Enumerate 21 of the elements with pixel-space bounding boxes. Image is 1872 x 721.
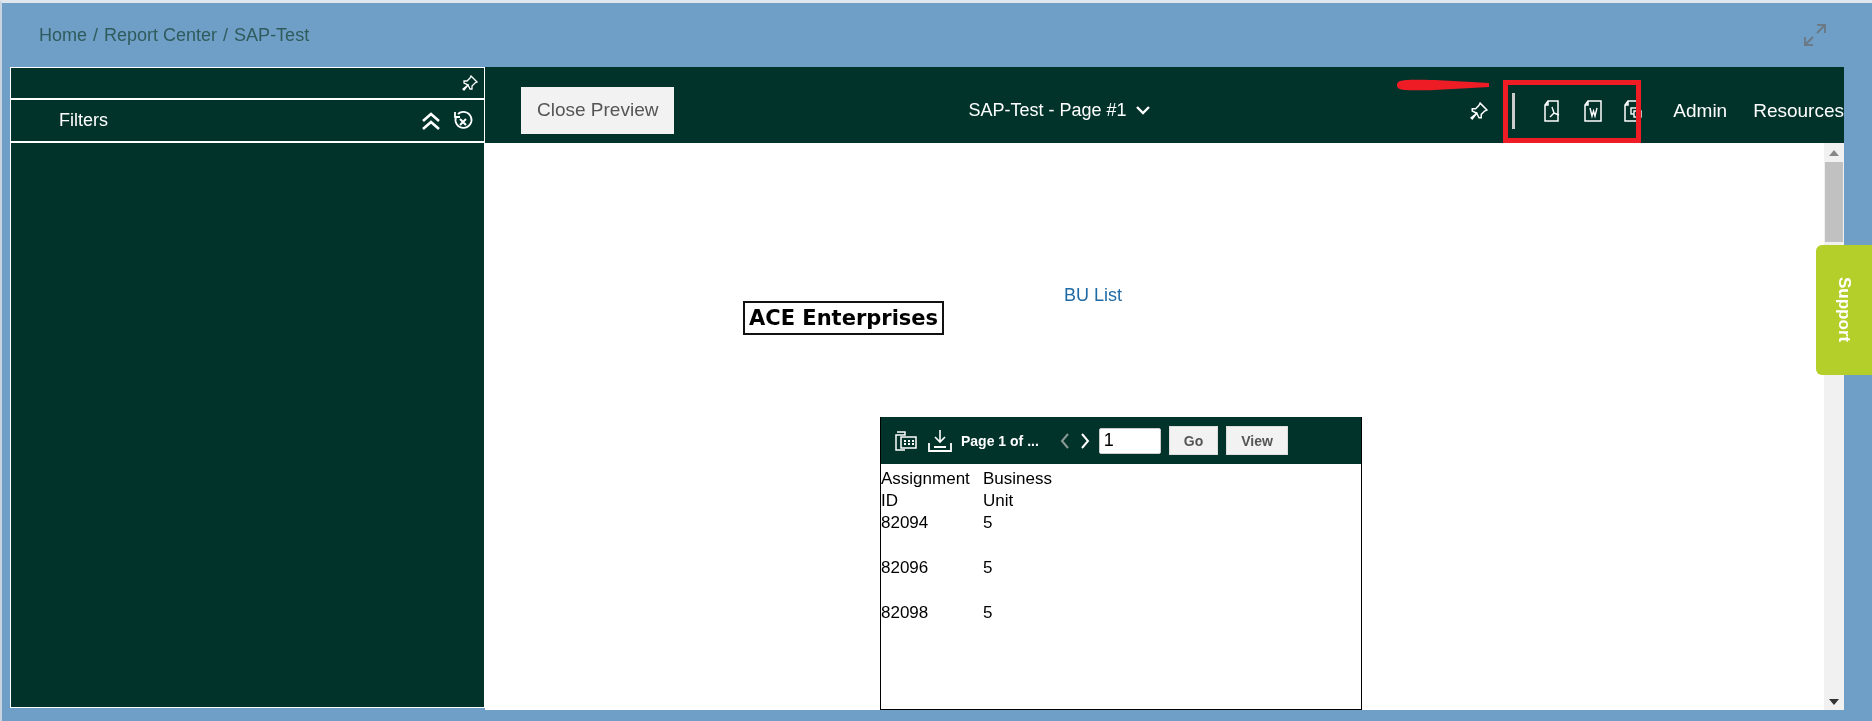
filters-title: Filters [59,110,108,131]
page-number-field[interactable]: 1 [1098,427,1161,454]
breadcrumb-separator: / [93,24,99,46]
table-cell-text: 82096 [881,557,930,579]
view-button[interactable]: View [1226,426,1288,455]
menu-link[interactable]: Admin [1673,100,1728,122]
report-title: BU List [1064,285,1123,306]
column-header: Business Unit [983,468,1053,512]
company-name: ACE Enterprises [743,301,945,335]
table-cell-text: 5 [983,512,994,534]
table-cell-text: 5 [983,602,994,624]
table-cell-text: 82098 [881,602,930,624]
page-selector[interactable]: SAP-Test - Page #1 [962,98,1157,122]
table-cell-text: 5 [983,557,994,579]
column-header: Assignment ID [881,468,971,512]
menu-link[interactable]: Resources [1753,100,1844,122]
page-label: Page 1 of ... [961,432,1039,449]
table-cell-text: 82094 [881,512,930,534]
breadcrumb-separator: / [223,24,229,46]
close-preview-button[interactable]: Close Preview [521,86,675,134]
go-button[interactable]: Go [1168,426,1219,455]
